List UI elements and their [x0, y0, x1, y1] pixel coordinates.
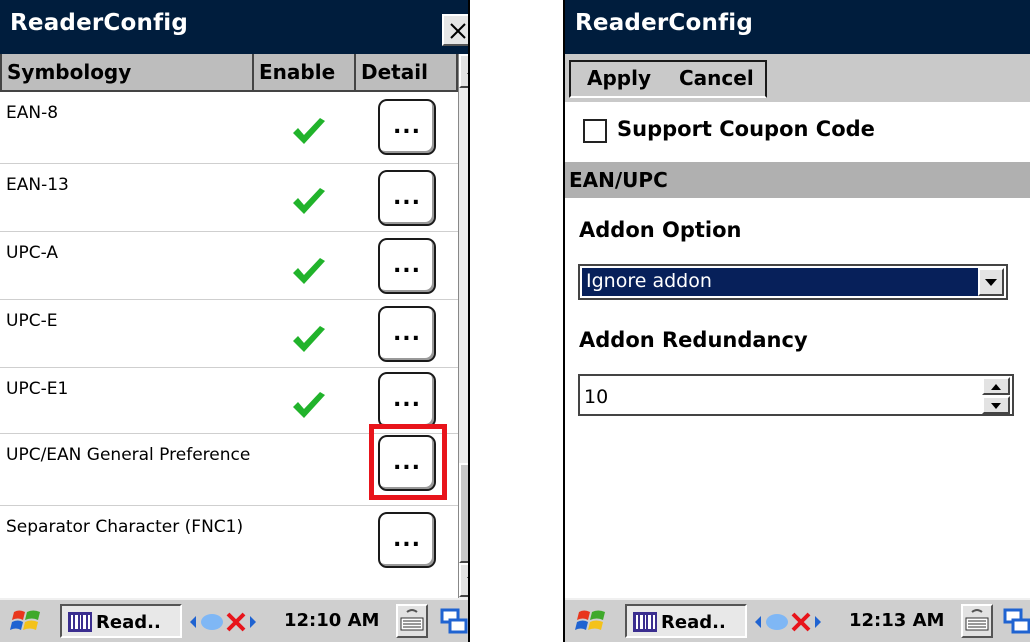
addon-redundancy-stepper[interactable]: 10 [578, 374, 1014, 416]
keyboard-button[interactable] [396, 604, 428, 638]
scroll-thumb[interactable] [459, 463, 468, 563]
keyboard-button[interactable] [961, 604, 993, 638]
stepper-down-button[interactable] [982, 396, 1010, 414]
symbology-name: UPC/EAN General Preference [6, 445, 251, 465]
reader-config-detail-window: ReaderConfig Apply Cancel Support Coupon… [563, 0, 1030, 642]
scroll-down-button[interactable] [459, 563, 468, 597]
start-flag-icon[interactable] [575, 606, 609, 636]
symbology-name: UPC-E1 [6, 379, 69, 399]
taskbar: Read.. 12:10 AM [0, 598, 468, 642]
reader-config-list-window: ReaderConfig Symbology Enable Detail EAN… [0, 0, 470, 642]
menu-group: Apply Cancel [569, 60, 767, 98]
symbology-name: Separator Character (FNC1) [6, 517, 244, 537]
window-title: ReaderConfig [575, 10, 754, 36]
checkmark-icon[interactable] [290, 390, 328, 422]
list-item[interactable]: UPC-A ... [0, 232, 458, 300]
list-item[interactable]: EAN-13 ... [0, 164, 458, 232]
close-button[interactable] [442, 14, 468, 46]
checkmark-icon[interactable] [290, 324, 328, 356]
taskbar-app-button[interactable]: Read.. [625, 604, 747, 638]
symbology-name: EAN-13 [6, 175, 69, 195]
detail-button[interactable]: ... [378, 372, 436, 428]
addon-redundancy-value[interactable]: 10 [584, 386, 608, 408]
dropdown-button[interactable] [978, 268, 1004, 296]
start-flag-icon[interactable] [10, 606, 44, 636]
arrow-down-icon [991, 403, 1001, 409]
arrow-down-icon [467, 577, 468, 579]
window-switch-icon[interactable] [1003, 608, 1030, 636]
vertical-scrollbar[interactable] [458, 54, 468, 599]
symbology-name: UPC-A [6, 243, 58, 263]
column-header-detail[interactable]: Detail [356, 54, 458, 92]
chevron-down-icon [985, 279, 997, 286]
list-item[interactable]: EAN-8 ... [0, 92, 458, 164]
taskbar-clock[interactable]: 12:10 AM [284, 610, 379, 631]
taskbar: Read.. 12:13 AM [565, 598, 1030, 642]
keyboard-icon [400, 609, 424, 631]
title-bar: ReaderConfig [0, 0, 468, 54]
symbology-name: UPC-E [6, 311, 58, 331]
addon-option-label: Addon Option [579, 218, 742, 242]
network-tray-icon[interactable] [753, 610, 843, 634]
window-switch-icon[interactable] [440, 608, 468, 636]
menu-bar: Apply Cancel [565, 54, 1030, 102]
support-coupon-label[interactable]: Support Coupon Code [617, 117, 875, 141]
reader-app-icon [68, 612, 92, 632]
checkmark-icon[interactable] [290, 116, 328, 148]
scroll-up-button[interactable] [459, 54, 468, 88]
list-item[interactable]: UPC/EAN General Preference ... [0, 424, 458, 506]
title-bar: ReaderConfig [565, 0, 1030, 54]
support-coupon-checkbox[interactable] [583, 119, 607, 143]
checkmark-icon[interactable] [290, 186, 328, 218]
detail-button[interactable]: ... [378, 238, 436, 294]
symbology-name: EAN-8 [6, 103, 59, 123]
window-title: ReaderConfig [10, 10, 189, 36]
reader-app-icon [633, 612, 657, 632]
list-item[interactable]: Separator Character (FNC1) ... [0, 506, 458, 599]
column-header-enable[interactable]: Enable [254, 54, 356, 92]
addon-option-value[interactable]: Ignore addon [582, 268, 978, 296]
section-header-ean-upc: EAN/UPC [565, 162, 1030, 198]
addon-redundancy-label: Addon Redundancy [579, 328, 808, 352]
detail-button[interactable]: ... [378, 306, 436, 362]
taskbar-clock[interactable]: 12:13 AM [849, 610, 944, 631]
taskbar-app-button[interactable]: Read.. [60, 604, 182, 638]
taskbar-app-label: Read.. [96, 612, 161, 633]
arrow-up-icon [991, 384, 1001, 390]
stepper-up-button[interactable] [982, 377, 1010, 395]
column-header-symbology[interactable]: Symbology [0, 54, 254, 92]
detail-button[interactable]: ... [378, 435, 436, 491]
list-item[interactable]: UPC-E ... [0, 300, 458, 368]
addon-option-dropdown[interactable]: Ignore addon [578, 264, 1008, 300]
apply-menu-item[interactable]: Apply [587, 66, 651, 90]
network-tray-icon[interactable] [188, 610, 278, 634]
taskbar-app-label: Read.. [661, 612, 726, 633]
close-icon [450, 23, 466, 39]
detail-button[interactable]: ... [378, 170, 436, 226]
cancel-menu-item[interactable]: Cancel [679, 66, 754, 90]
keyboard-icon [965, 609, 989, 631]
checkmark-icon[interactable] [290, 256, 328, 288]
detail-button[interactable]: ... [378, 99, 436, 155]
arrow-up-icon [467, 72, 468, 74]
detail-button[interactable]: ... [378, 512, 436, 568]
